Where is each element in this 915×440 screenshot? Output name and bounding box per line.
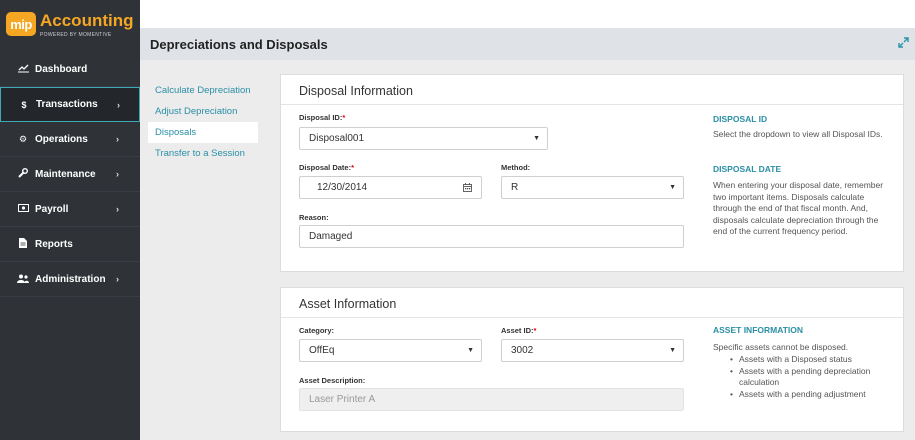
sidebar-item-label: Dashboard <box>35 63 88 75</box>
asset-id-label-text: Asset ID: <box>501 326 534 335</box>
method-select[interactable]: R ▼ <box>501 176 684 199</box>
help-text-disposal-id: Select the dropdown to view all Disposal… <box>713 129 883 139</box>
method-label: Method: <box>501 163 531 172</box>
asset-description-field: Laser Printer A <box>299 388 684 411</box>
category-select[interactable]: OffEq ▼ <box>299 339 482 362</box>
subnav-calculate-depreciation[interactable]: Calculate Depreciation <box>148 80 258 101</box>
list-item: Assets with a pending depreciation calcu… <box>713 366 893 389</box>
sidebar-item-operations[interactable]: ⚙ Operations › <box>0 122 140 157</box>
sidebar-item-administration[interactable]: Administration › <box>0 262 140 297</box>
disposal-date-label-text: Disposal Date: <box>299 163 352 172</box>
sidebar-item-dashboard[interactable]: Dashboard <box>0 52 140 87</box>
subnav-transfer-to-session[interactable]: Transfer to a Session <box>148 143 258 164</box>
help-list-asset-restrictions: Assets with a Disposed status Assets wit… <box>713 354 893 400</box>
asset-information-panel: Asset Information Category: OffEq ▼ Asse… <box>280 287 904 432</box>
disposal-date-label: Disposal Date:* <box>299 163 354 172</box>
top-bar <box>140 0 915 28</box>
sidebar-item-label: Maintenance <box>35 168 96 180</box>
asset-description-value: Laser Printer A <box>309 394 376 405</box>
panel-title: Asset Information <box>299 297 397 311</box>
required-mark: * <box>351 163 355 172</box>
chart-line-icon <box>17 64 29 75</box>
expand-icon[interactable] <box>898 37 909 51</box>
asset-id-label: Asset ID:* <box>501 326 536 335</box>
disposal-id-value: Disposal001 <box>309 133 365 144</box>
page-header: Depreciations and Disposals <box>140 28 915 60</box>
help-heading-asset-information: ASSET INFORMATION <box>713 325 804 335</box>
disposal-id-select[interactable]: Disposal001 ▼ <box>299 127 548 150</box>
reason-value: Damaged <box>309 231 353 242</box>
app-logo[interactable]: mip Accounting POWERED BY MOMENTIVE <box>0 0 140 49</box>
sidebar-item-label: Reports <box>35 238 73 250</box>
method-value: R <box>511 182 519 193</box>
sidebar-item-transactions[interactable]: $ Transactions › <box>0 87 140 122</box>
money-icon <box>17 204 29 214</box>
category-value: OffEq <box>309 345 335 356</box>
chevron-right-icon: › <box>116 204 119 214</box>
sidebar-item-label: Payroll <box>35 203 69 215</box>
sidebar-item-maintenance[interactable]: Maintenance › <box>0 157 140 192</box>
disposal-date-input[interactable]: 12/30/2014 <box>299 176 482 199</box>
asset-id-select[interactable]: 3002 ▼ <box>501 339 684 362</box>
disposal-information-panel: Disposal Information Disposal ID:* Dispo… <box>280 74 904 272</box>
asset-description-label: Asset Description: <box>299 376 366 385</box>
calendar-icon[interactable] <box>463 177 472 198</box>
chevron-right-icon: › <box>116 169 119 179</box>
logo-subtitle: POWERED BY MOMENTIVE <box>40 32 112 38</box>
help-heading-disposal-date: DISPOSAL DATE <box>713 164 782 174</box>
asset-id-value: 3002 <box>511 345 534 356</box>
sidebar-item-label: Transactions <box>36 99 98 110</box>
dollar-icon: $ <box>21 99 27 110</box>
required-mark: * <box>342 113 346 122</box>
sidebar-item-label: Administration <box>35 273 106 285</box>
caret-down-icon: ▼ <box>533 135 540 142</box>
subnav-disposals[interactable]: Disposals <box>148 122 258 143</box>
panel-title: Disposal Information <box>299 84 413 98</box>
divider <box>281 317 903 318</box>
help-text-disposal-date: When entering your disposal date, rememb… <box>713 180 884 236</box>
caret-down-icon: ▼ <box>669 347 676 354</box>
wrench-icon <box>17 168 29 180</box>
cogs-icon: ⚙ <box>18 133 28 144</box>
file-icon <box>17 238 29 250</box>
sidebar: mip Accounting POWERED BY MOMENTIVE Dash… <box>0 0 140 440</box>
logo-title: Accounting <box>40 11 134 30</box>
required-mark: * <box>533 326 537 335</box>
caret-down-icon: ▼ <box>669 184 676 191</box>
list-item: Assets with a pending adjustment <box>713 389 893 401</box>
list-item: Assets with a Disposed status <box>713 354 893 366</box>
chevron-right-icon: › <box>116 134 119 144</box>
divider <box>281 104 903 105</box>
reason-input[interactable]: Damaged <box>299 225 684 248</box>
disposal-id-label: Disposal ID:* <box>299 113 345 122</box>
sidebar-item-payroll[interactable]: Payroll › <box>0 192 140 227</box>
sidebar-item-label: Operations <box>35 133 88 145</box>
page-title: Depreciations and Disposals <box>150 37 328 52</box>
users-icon <box>17 274 29 285</box>
sidebar-item-reports[interactable]: Reports <box>0 227 140 262</box>
chevron-right-icon: › <box>117 99 120 110</box>
disposal-id-label-text: Disposal ID: <box>299 113 343 122</box>
help-text-asset-information: Specific assets cannot be disposed. <box>713 342 849 352</box>
category-label: Category: <box>299 326 335 335</box>
logo-badge: mip <box>6 12 36 36</box>
subnav-adjust-depreciation[interactable]: Adjust Depreciation <box>148 101 258 122</box>
help-heading-disposal-id: DISPOSAL ID <box>713 114 768 124</box>
sub-navigation: Calculate Depreciation Adjust Depreciati… <box>148 80 258 164</box>
caret-down-icon: ▼ <box>467 347 474 354</box>
disposal-date-value: 12/30/2014 <box>317 182 368 193</box>
reason-label: Reason: <box>299 213 329 222</box>
chevron-right-icon: › <box>116 274 119 284</box>
